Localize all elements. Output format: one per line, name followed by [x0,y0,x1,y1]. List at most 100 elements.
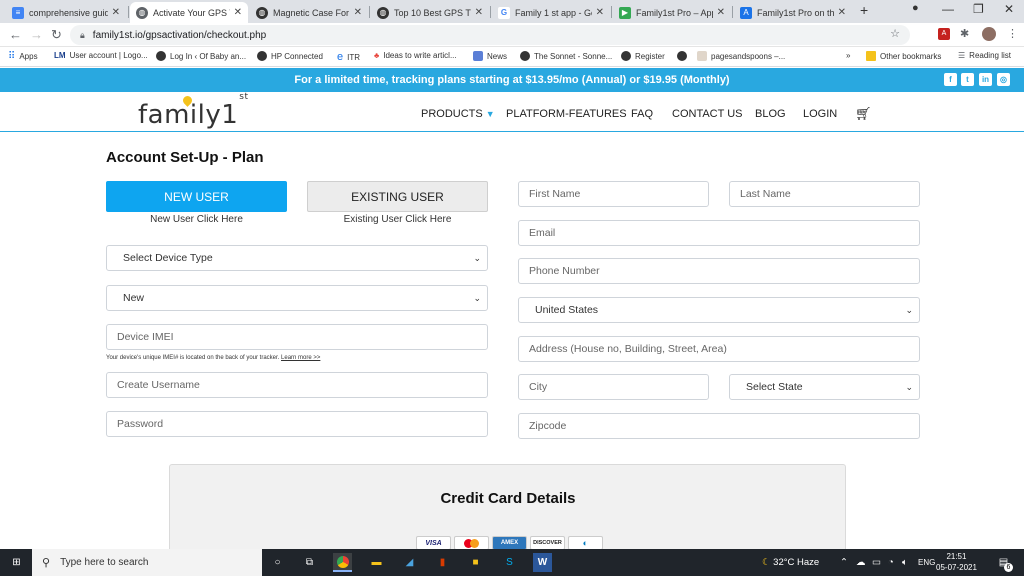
new-tab-icon[interactable]: + [860,2,868,18]
app-taskbar-icon[interactable]: ◢ [400,553,419,572]
taskbar-clock[interactable]: 21:51 05-07-2021 [936,551,977,573]
instagram-icon[interactable]: ◎ [997,73,1010,86]
nav-contact-us[interactable]: CONTACT US [672,108,743,120]
address-input[interactable]: Address (House no, Building, Street, Are… [518,336,920,362]
city-input[interactable]: City [518,374,709,400]
restore-icon[interactable]: ❐ [973,2,984,16]
nav-faq[interactable]: FAQ [631,108,653,120]
close-tab-icon[interactable]: ✕ [112,7,120,18]
sticky-notes-icon[interactable]: ■ [466,553,485,572]
extensions-icon[interactable]: ✱ [960,27,969,40]
select-value: United States [535,304,599,316]
other-bookmarks[interactable]: Other bookmarks [866,51,941,61]
pdf-extension-icon[interactable]: A [938,28,950,40]
nav-products[interactable]: PRODUCTS ▼ [421,108,495,120]
select-value: Select Device Type [123,252,213,264]
chrome-taskbar-icon[interactable] [333,553,352,572]
new-user-helper: New User Click Here [150,214,243,225]
language-indicator[interactable]: ENG [918,558,935,567]
facebook-icon[interactable]: f [944,73,957,86]
close-tab-icon[interactable]: ✕ [596,7,604,18]
globe-icon [156,51,166,61]
file-explorer-icon[interactable]: ▬ [367,553,386,572]
browser-tab[interactable]: ▶ Family1st Pro – Apps ✕ [613,2,731,23]
globe-icon: ◍ [256,6,268,19]
nav-login[interactable]: LOGIN [803,108,837,120]
bookmark-item[interactable] [677,51,691,61]
onedrive-icon[interactable]: ☁ [856,557,866,568]
tab-search-icon[interactable]: ● [912,2,919,14]
existing-user-button[interactable]: EXISTING USER [307,181,488,212]
bookmark-apps[interactable]: ⠿ Apps [8,51,38,62]
condition-select[interactable]: New ⌄ [106,285,488,311]
word-icon[interactable]: W [533,553,552,572]
volume-icon[interactable]: 🔈︎ [902,557,908,568]
zipcode-input[interactable]: Zipcode [518,413,920,439]
browser-tab[interactable]: G Family 1 st app - Goo ✕ [492,2,610,23]
nav-blog[interactable]: BLOG [755,108,786,120]
bookmark-item[interactable]: Register [621,51,665,61]
browser-tab-active[interactable]: ◍ Activate Your GPS Tra ✕ [130,2,248,23]
back-icon[interactable]: ← [9,27,22,42]
cortana-icon[interactable]: ○ [268,553,287,572]
cart-icon[interactable]: 🛒︎ [855,106,872,122]
password-input[interactable]: Password [106,411,488,437]
tray-overflow-icon[interactable]: ⌃ [840,557,848,568]
tab-label: Family1st Pro on the [757,7,834,18]
bookmark-item[interactable]: pagesandspoons –... [697,51,785,61]
task-view-icon[interactable]: ⧉ [300,553,319,572]
email-input[interactable]: Email [518,220,920,246]
taskbar-search-box[interactable]: ⚲ Type here to search [32,549,262,576]
bookmark-item[interactable]: LM User account | Logo... [54,51,148,60]
browser-tab[interactable]: A Family1st Pro on the ✕ [734,2,852,23]
wifi-icon[interactable]: ◔ [888,557,894,568]
windows-start-icon[interactable]: ⊞ [7,553,26,572]
browser-tab[interactable]: ◍ Top 10 Best GPS Track ✕ [371,2,489,23]
reload-icon[interactable]: ↻ [51,27,62,43]
country-select[interactable]: United States ⌄ [518,297,920,323]
browser-tab[interactable]: ◍ Magnetic Case For GF ✕ [250,2,368,23]
profile-avatar[interactable] [982,27,996,41]
close-tab-icon[interactable]: ✕ [234,7,242,18]
office-icon[interactable]: ▮ [433,553,452,572]
skype-icon[interactable]: S [500,553,519,572]
bookmark-item[interactable]: The Sonnet - Sonne... [520,51,612,61]
close-tab-icon[interactable]: ✕ [354,7,362,18]
phone-input[interactable]: Phone Number [518,258,920,284]
bookmark-item[interactable]: ♣ Ideas to write articl... [374,51,457,60]
device-type-select[interactable]: Select Device Type ⌄ [106,245,488,271]
minimize-icon[interactable]: — [942,2,954,16]
state-select[interactable]: Select State ⌄ [729,374,920,400]
site-logo[interactable]: family1st [138,92,249,130]
bookmark-item[interactable]: Log In ‹ Of Baby an... [156,51,246,61]
username-input[interactable]: Create Username [106,372,488,398]
close-tab-icon[interactable]: ✕ [717,7,725,18]
forward-icon[interactable]: → [30,27,43,42]
reading-list[interactable]: ☰ Reading list [958,51,1011,60]
url-bar[interactable]: 🔒︎ family1st.io/gpsactivation/checkout.p… [70,25,910,45]
bookmark-item[interactable]: HP Connected [257,51,323,61]
first-name-input[interactable]: First Name [518,181,709,207]
twitter-icon[interactable]: t [961,73,974,86]
bookmarks-bar: ⠿ Apps LM User account | Logo... Log In … [0,47,1024,67]
bookmark-item[interactable]: News [473,51,507,61]
bookmark-item[interactable]: e ITR [337,51,360,63]
linkedin-icon[interactable]: in [979,73,992,86]
weather-widget[interactable]: ☾ 32°C Haze [762,557,819,568]
network-icon[interactable]: ▭ [872,557,881,568]
close-tab-icon[interactable]: ✕ [475,7,483,18]
search-icon: ⚲ [42,557,51,569]
close-tab-icon[interactable]: ✕ [838,7,846,18]
bookmark-star-icon[interactable]: ☆ [890,27,900,40]
input-placeholder: Phone Number [529,265,600,277]
new-user-button[interactable]: NEW USER [106,181,287,212]
device-imei-input[interactable]: Device IMEI [106,324,488,350]
browser-menu-icon[interactable]: ⋮ [1007,27,1018,40]
close-window-icon[interactable]: ✕ [1004,2,1014,16]
learn-more-link[interactable]: Learn more >> [281,355,320,361]
bookmarks-overflow[interactable]: » [846,51,850,60]
browser-tab[interactable]: ≡ comprehensive guide ✕ [6,2,126,23]
notifications-icon[interactable]: ▤ 6 [994,553,1013,572]
nav-platform-features[interactable]: PLATFORM-FEATURES [506,108,627,120]
last-name-input[interactable]: Last Name [729,181,920,207]
